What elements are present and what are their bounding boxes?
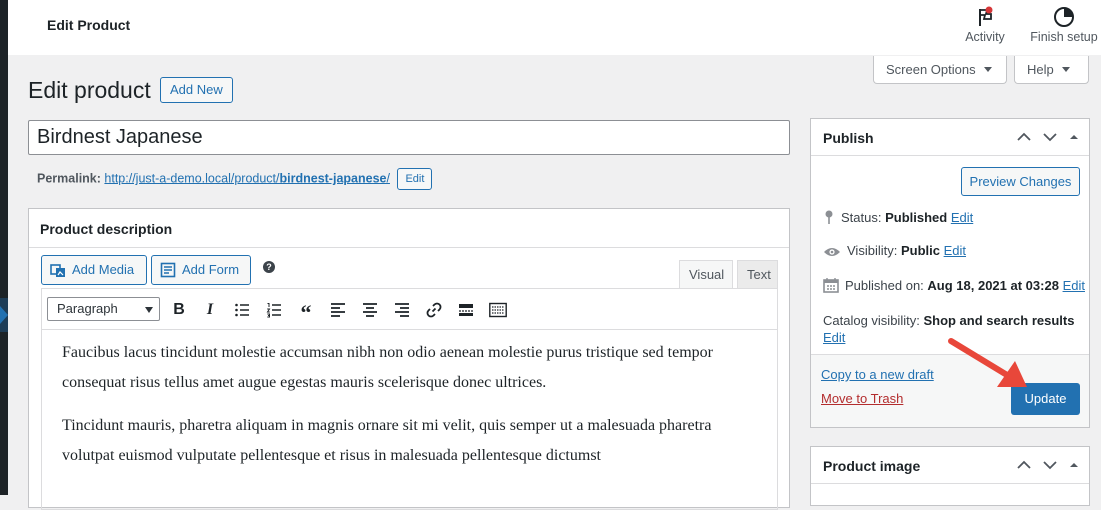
link-icon[interactable] — [423, 299, 445, 321]
toolbar-toggle-icon[interactable] — [487, 299, 509, 321]
pin-icon — [825, 210, 833, 224]
permalink-slug: birdnest-japanese — [279, 171, 387, 186]
visibility-row: Visibility: Public Edit — [823, 243, 966, 258]
progress-circle-icon — [1054, 7, 1074, 27]
move-down-icon[interactable] — [1043, 129, 1057, 145]
bold-icon[interactable]: B — [168, 299, 190, 321]
catalog-visibility-edit-link[interactable]: Edit — [823, 330, 845, 345]
status-edit-link[interactable]: Edit — [951, 210, 973, 225]
add-media-button[interactable]: Add Media — [41, 255, 147, 285]
caret-down-icon — [983, 67, 992, 72]
bullet-list-icon[interactable] — [231, 299, 253, 321]
permalink-link[interactable]: http://just-a-demo.local/product/birdnes… — [104, 171, 390, 185]
help-label: Help — [1027, 62, 1054, 77]
product-image-heading: Product image — [811, 447, 1089, 484]
publish-heading-label: Publish — [823, 130, 874, 146]
admin-menu-strip — [0, 0, 8, 495]
product-description-heading: Product description — [29, 209, 789, 248]
preview-changes-button[interactable]: Preview Changes — [961, 167, 1080, 196]
align-center-icon[interactable] — [359, 299, 381, 321]
editor-toolbar: Paragraph B I “ — [41, 288, 778, 330]
screen-options-label: Screen Options — [886, 62, 976, 77]
format-select[interactable]: Paragraph — [47, 297, 160, 321]
add-new-button[interactable]: Add New — [160, 77, 233, 103]
italic-icon[interactable]: I — [199, 299, 221, 321]
top-bar: Edit Product Activity Finish setup — [8, 0, 1101, 55]
chevron-down-icon — [145, 307, 153, 313]
catalog-visibility-value: Shop and search results — [923, 313, 1075, 328]
help-icon[interactable]: ? — [263, 261, 275, 273]
visibility-label: Visibility: — [847, 243, 898, 258]
published-on-value: Aug 18, 2021 at 03:28 — [927, 278, 1059, 293]
permalink-row: Permalink: http://just-a-demo.local/prod… — [37, 168, 433, 190]
topbar-title: Edit Product — [47, 17, 131, 33]
annotation-arrow-icon — [948, 338, 1027, 387]
collapse-icon[interactable] — [1069, 129, 1079, 145]
permalink-edit-button[interactable]: Edit — [397, 168, 433, 190]
help-button[interactable]: Help — [1014, 56, 1089, 84]
add-form-button[interactable]: Add Form — [151, 255, 251, 285]
activity-button[interactable]: Activity — [961, 6, 1009, 44]
align-right-icon[interactable] — [391, 299, 413, 321]
published-on-edit-link[interactable]: Edit — [1063, 278, 1085, 293]
page-title: Edit product — [28, 77, 151, 103]
product-description-box: Product description Add Media Add Form ?… — [28, 208, 790, 510]
move-up-icon[interactable] — [1017, 129, 1031, 145]
form-icon — [160, 262, 176, 278]
product-image-box: Product image — [810, 446, 1090, 506]
copy-to-draft-link[interactable]: Copy to a new draft — [821, 367, 934, 382]
move-down-icon[interactable] — [1043, 457, 1057, 473]
tab-text[interactable]: Text — [737, 260, 778, 288]
published-on-row: Published on: Aug 18, 2021 at 03:28 Edit — [823, 277, 1085, 293]
visibility-edit-link[interactable]: Edit — [944, 243, 966, 258]
add-media-label: Add Media — [72, 262, 135, 277]
permalink-label: Permalink: — [37, 171, 101, 186]
tab-visual[interactable]: Visual — [679, 260, 733, 289]
move-to-trash-link[interactable]: Move to Trash — [821, 391, 903, 406]
calendar-icon — [823, 278, 839, 293]
publish-heading: Publish — [811, 119, 1089, 156]
align-left-icon[interactable] — [327, 299, 349, 321]
product-image-heading-label: Product image — [823, 458, 921, 474]
eye-icon — [824, 248, 840, 256]
move-up-icon[interactable] — [1017, 457, 1031, 473]
content-paragraph: Faucibus lacus tincidunt molestie accums… — [62, 344, 713, 391]
numbered-list-icon[interactable] — [263, 299, 285, 321]
flag-icon — [979, 6, 993, 26]
media-icon — [50, 264, 65, 277]
content-paragraph: Tincidunt mauris, pharetra aliquam in ma… — [62, 417, 712, 464]
collapse-icon[interactable] — [1069, 457, 1079, 473]
format-select-value: Paragraph — [57, 301, 118, 316]
read-more-icon[interactable] — [455, 299, 477, 321]
activity-label: Activity — [965, 30, 1005, 44]
product-title-input[interactable]: Birdnest Japanese — [28, 120, 790, 155]
permalink-base: http://just-a-demo.local/product/ — [104, 171, 280, 186]
current-menu-indicator — [0, 306, 8, 324]
status-row: Status: Published Edit — [823, 209, 973, 225]
finish-setup-button[interactable]: Finish setup — [1027, 6, 1101, 44]
catalog-visibility-label: Catalog visibility: — [823, 313, 920, 328]
permalink-suffix: / — [386, 171, 390, 186]
visibility-value: Public — [900, 243, 940, 258]
caret-down-icon — [1061, 67, 1070, 72]
screen-options-button[interactable]: Screen Options — [873, 56, 1007, 84]
status-value: Published — [885, 210, 948, 225]
add-form-label: Add Form — [182, 262, 240, 277]
published-on-label: Published on: — [845, 278, 924, 293]
status-label: Status: — [841, 210, 882, 225]
editor-content[interactable]: Faucibus lacus tincidunt molestie accums… — [41, 330, 778, 510]
blockquote-icon[interactable]: “ — [295, 299, 317, 325]
finish-setup-label: Finish setup — [1030, 30, 1098, 44]
